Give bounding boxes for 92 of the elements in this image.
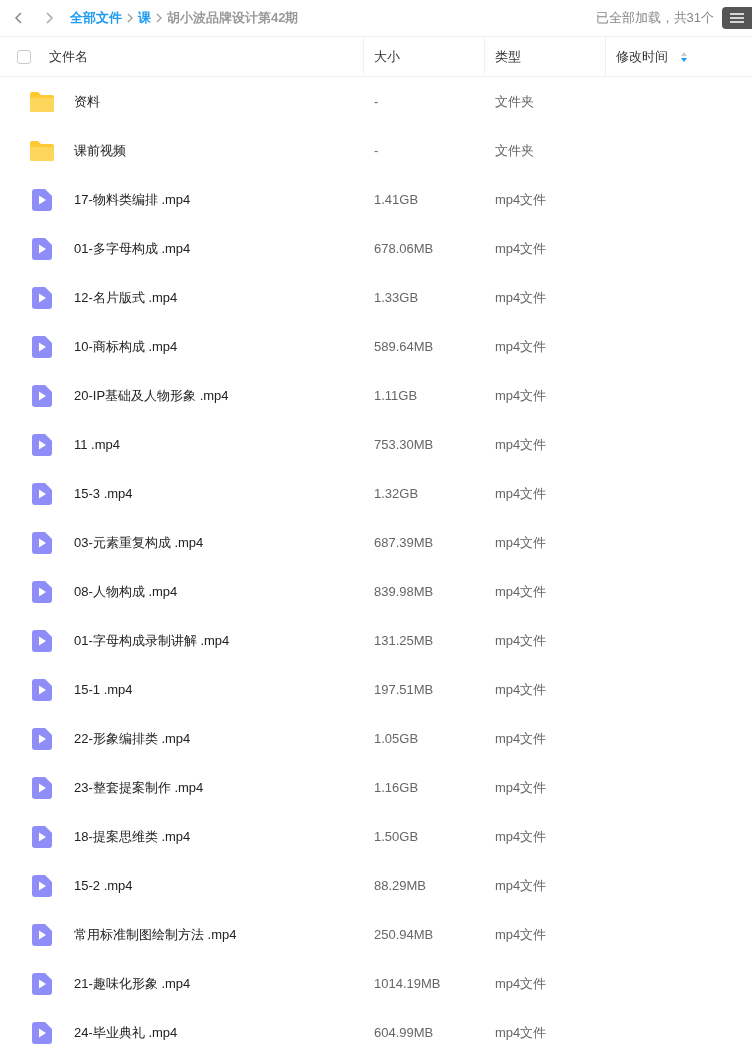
- folder-icon: [29, 139, 55, 162]
- file-size: 678.06MB: [373, 239, 435, 258]
- file-type: mp4文件: [494, 435, 548, 454]
- video-file-icon: [32, 972, 52, 995]
- select-all-checkbox[interactable]: [17, 49, 31, 64]
- video-file-icon: [32, 433, 52, 456]
- folder-icon: [29, 90, 55, 113]
- file-type: mp4文件: [494, 729, 548, 748]
- column-header[interactable]: 修改时间: [616, 46, 668, 67]
- menu-button[interactable]: [722, 7, 752, 29]
- file-name[interactable]: 24-毕业典礼 .mp4: [74, 1022, 178, 1043]
- file-name[interactable]: 17-物料类编排 .mp4: [74, 189, 191, 210]
- file-type: mp4文件: [494, 239, 548, 258]
- video-file-icon: [32, 482, 52, 505]
- file-name[interactable]: 11 .mp4: [74, 434, 120, 455]
- video-file-icon: [32, 1021, 52, 1044]
- file-type: mp4文件: [494, 778, 548, 797]
- chevron-icon: [125, 13, 135, 23]
- file-name[interactable]: 01-多字母构成 .mp4: [74, 238, 191, 259]
- video-file-icon: [32, 776, 52, 799]
- file-type: mp4文件: [494, 631, 548, 650]
- file-name[interactable]: 课前视频: [74, 140, 126, 161]
- file-size: 1.32GB: [373, 484, 420, 503]
- file-size: 687.39MB: [373, 533, 435, 552]
- file-type: mp4文件: [494, 386, 548, 405]
- file-name[interactable]: 15-1 .mp4: [74, 679, 133, 700]
- file-size: 753.30MB: [373, 435, 435, 454]
- load-status: 已全部加载，共31个: [595, 9, 714, 28]
- file-size: 1.50GB: [373, 827, 420, 846]
- file-name[interactable]: 常用标准制图绘制方法 .mp4: [74, 924, 237, 945]
- video-file-icon: [32, 678, 52, 701]
- file-type: mp4文件: [494, 974, 548, 993]
- file-type: mp4文件: [494, 1023, 548, 1042]
- video-file-icon: [32, 531, 52, 554]
- file-name[interactable]: 资料: [74, 91, 100, 112]
- column-header[interactable]: 文件名: [49, 46, 88, 67]
- file-size: 1.11GB: [373, 386, 419, 405]
- file-name[interactable]: 18-提案思维类 .mp4: [74, 826, 191, 847]
- column-header[interactable]: 大小: [374, 46, 400, 67]
- file-name[interactable]: 03-元素重复构成 .mp4: [74, 532, 204, 553]
- file-type: mp4文件: [494, 582, 548, 601]
- file-size: 1.16GB: [373, 778, 420, 797]
- file-size: 1.41GB: [373, 190, 420, 209]
- file-type: mp4文件: [494, 288, 548, 307]
- file-name[interactable]: 10-商标构成 .mp4: [74, 336, 178, 357]
- file-size: -: [373, 141, 380, 160]
- file-name[interactable]: 15-3 .mp4: [74, 483, 133, 504]
- breadcrumb-current: 胡小波品牌设计第42期: [167, 9, 299, 28]
- column-header[interactable]: 类型: [495, 46, 521, 67]
- file-type: mp4文件: [494, 533, 548, 552]
- file-type: mp4文件: [494, 190, 548, 209]
- video-file-icon: [32, 335, 52, 358]
- file-type: mp4文件: [494, 680, 548, 699]
- video-file-icon: [32, 286, 52, 309]
- file-size: -: [373, 92, 380, 111]
- file-size: 88.29MB: [373, 876, 428, 895]
- video-file-icon: [32, 384, 52, 407]
- video-file-icon: [32, 629, 52, 652]
- file-size: 250.94MB: [373, 925, 435, 944]
- file-size: 604.99MB: [373, 1023, 435, 1042]
- file-size: 197.51MB: [373, 680, 435, 699]
- file-size: 131.25MB: [373, 631, 435, 650]
- video-file-icon: [32, 727, 52, 750]
- file-name[interactable]: 01-字母构成录制讲解 .mp4: [74, 630, 230, 651]
- file-type: mp4文件: [494, 876, 548, 895]
- file-type: 文件夹: [494, 92, 535, 111]
- video-file-icon: [32, 188, 52, 211]
- file-type: 文件夹: [494, 141, 535, 160]
- file-name[interactable]: 20-IP基础及人物形象 .mp4: [74, 385, 229, 406]
- file-name[interactable]: 21-趣味化形象 .mp4: [74, 973, 191, 994]
- file-name[interactable]: 08-人物构成 .mp4: [74, 581, 178, 602]
- video-file-icon: [32, 580, 52, 603]
- file-name[interactable]: 22-形象编排类 .mp4: [74, 728, 191, 749]
- file-name[interactable]: 12-名片版式 .mp4: [74, 287, 178, 308]
- file-type: mp4文件: [494, 484, 548, 503]
- video-file-icon: [32, 237, 52, 260]
- file-type: mp4文件: [494, 827, 548, 846]
- chevron-icon: [154, 13, 164, 23]
- file-type: mp4文件: [494, 925, 548, 944]
- menu-icon: [730, 13, 744, 23]
- file-name[interactable]: 15-2 .mp4: [74, 875, 133, 896]
- video-file-icon: [32, 923, 52, 946]
- file-size: 1.33GB: [373, 288, 420, 307]
- file-name[interactable]: 23-整套提案制作 .mp4: [74, 777, 204, 798]
- file-size: 1014.19MB: [373, 974, 442, 993]
- file-size: 589.64MB: [373, 337, 435, 356]
- file-size: 839.98MB: [373, 582, 435, 601]
- sort-icon[interactable]: [680, 51, 688, 62]
- file-type: mp4文件: [494, 337, 548, 356]
- video-file-icon: [32, 874, 52, 897]
- video-file-icon: [32, 825, 52, 848]
- file-size: 1.05GB: [373, 729, 420, 748]
